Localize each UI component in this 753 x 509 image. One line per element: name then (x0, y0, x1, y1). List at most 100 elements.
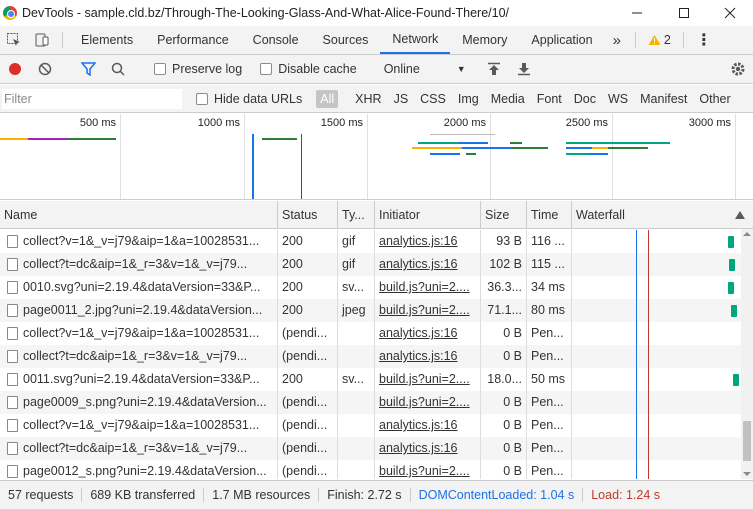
column-header-name[interactable]: Name (0, 201, 278, 229)
request-waterfall (572, 368, 741, 391)
table-row[interactable]: collect?t=dc&aip=1&_r=3&v=1&_v=j79... (pe… (0, 437, 741, 460)
filter-toggle-button[interactable] (73, 56, 103, 83)
table-row[interactable]: 0011.svg?uni=2.19.4&dataVersion=33&P... 2… (0, 368, 741, 391)
initiator-link[interactable]: build.js?uni=2.... (379, 395, 470, 409)
initiator-link[interactable]: analytics.js:16 (379, 257, 458, 271)
scrollbar-thumb[interactable] (743, 421, 751, 461)
request-name-cell: collect?t=dc&aip=1&_r=3&v=1&_v=j79... (0, 253, 278, 276)
disable-cache-checkbox[interactable]: Disable cache (260, 62, 357, 76)
warnings-counter[interactable]: 2 (642, 26, 677, 54)
request-count: 57 requests (0, 488, 83, 502)
hide-data-urls-checkbox[interactable]: Hide data URLs (196, 92, 302, 106)
initiator-link[interactable]: analytics.js:16 (379, 349, 458, 363)
preserve-log-checkbox[interactable]: Preserve log (154, 62, 242, 76)
column-header-initiator[interactable]: Initiator (375, 201, 481, 229)
table-row[interactable]: collect?t=dc&aip=1&_r=3&v=1&_v=j79... 200… (0, 253, 741, 276)
window-title-bar: DevTools - sample.cld.bz/Through-The-Loo… (0, 0, 753, 26)
tab-sources[interactable]: Sources (311, 26, 381, 54)
table-row[interactable]: page0012_s.png?uni=2.19.4&dataVersion...… (0, 460, 741, 479)
close-button[interactable] (707, 0, 753, 26)
table-row[interactable]: collect?t=dc&aip=1&_r=3&v=1&_v=j79... (pe… (0, 345, 741, 368)
import-har-button[interactable] (479, 56, 509, 83)
clear-button[interactable] (30, 56, 60, 83)
maximize-button[interactable] (661, 0, 707, 26)
initiator-link[interactable]: build.js?uni=2.... (379, 280, 470, 294)
export-har-button[interactable] (509, 56, 539, 83)
table-scrollbar[interactable] (741, 229, 753, 479)
tab-console[interactable]: Console (241, 26, 311, 54)
table-row[interactable]: collect?v=1&_v=j79&aip=1&a=10028531... 20… (0, 230, 741, 253)
table-row[interactable]: page0009_s.png?uni=2.19.4&dataVersion...… (0, 391, 741, 414)
table-row[interactable]: collect?v=1&_v=j79&aip=1&a=10028531... (p… (0, 322, 741, 345)
load-time: Load: 1.24 s (591, 488, 661, 502)
request-type: gif (338, 230, 375, 253)
filter-input[interactable] (2, 88, 182, 109)
filter-type-doc[interactable]: Doc (568, 92, 602, 106)
column-header-status[interactable]: Status (278, 201, 338, 229)
request-time: Pen... (527, 345, 572, 368)
filter-type-other[interactable]: Other (693, 92, 736, 106)
tab-network[interactable]: Network (380, 26, 451, 54)
customize-menu-button[interactable]: ⋮ (690, 26, 718, 54)
filter-type-css[interactable]: CSS (414, 92, 452, 106)
file-icon (7, 465, 18, 478)
minimize-button[interactable] (614, 0, 660, 26)
table-row[interactable]: 0010.svg?uni=2.19.4&dataVersion=33&P... 2… (0, 276, 741, 299)
request-name-cell: collect?v=1&_v=j79&aip=1&a=10028531... (0, 414, 278, 437)
column-header-type[interactable]: Ty... (338, 201, 375, 229)
record-button[interactable] (0, 56, 30, 83)
column-header-time[interactable]: Time (527, 201, 572, 229)
checkbox-box[interactable] (196, 92, 208, 105)
request-type (338, 345, 375, 368)
initiator-link[interactable]: build.js?uni=2.... (379, 372, 470, 386)
waterfall-bar (733, 374, 739, 386)
file-icon (7, 373, 18, 386)
initiator-link[interactable]: analytics.js:16 (379, 418, 458, 432)
column-header-size[interactable]: Size (481, 201, 527, 229)
initiator-link[interactable]: analytics.js:16 (379, 234, 458, 248)
network-overview-timeline[interactable]: 500 ms 1000 ms 1500 ms 2000 ms 2500 ms 3… (0, 114, 753, 200)
request-name-cell: 0011.svg?uni=2.19.4&dataVersion=33&P... (0, 368, 278, 391)
tab-performance[interactable]: Performance (145, 26, 241, 54)
filter-type-all[interactable]: All (316, 89, 339, 108)
filter-type-font[interactable]: Font (531, 92, 568, 106)
inspect-element-button[interactable] (0, 26, 28, 54)
table-row[interactable]: collect?v=1&_v=j79&aip=1&a=10028531... (p… (0, 414, 741, 437)
request-name-cell: page0011_2.jpg?uni=2.19.4&dataVersion... (0, 299, 278, 322)
checkbox-box[interactable] (154, 63, 166, 75)
throttling-select[interactable]: Online ▼ (384, 62, 466, 76)
request-type (338, 414, 375, 437)
filter-type-manifest[interactable]: Manifest (634, 92, 693, 106)
initiator-link[interactable]: build.js?uni=2.... (379, 464, 470, 478)
device-icon (35, 33, 49, 47)
tab-elements[interactable]: Elements (69, 26, 145, 54)
file-icon (7, 235, 18, 248)
filter-type-js[interactable]: JS (388, 92, 415, 106)
overview-request-bar (470, 134, 495, 135)
network-settings-button[interactable] (723, 56, 753, 83)
column-header-waterfall[interactable]: Waterfall (572, 201, 753, 229)
initiator-link[interactable]: analytics.js:16 (379, 326, 458, 340)
device-toolbar-button[interactable] (28, 26, 56, 54)
search-button[interactable] (103, 56, 133, 83)
network-summary-bar: 57 requests 689 KB transferred 1.7 MB re… (0, 480, 753, 509)
tab-application[interactable]: Application (519, 26, 604, 54)
filter-type-ws[interactable]: WS (602, 92, 634, 106)
filter-type-xhr[interactable]: XHR (349, 92, 387, 106)
request-status: 200 (278, 299, 338, 322)
filter-type-media[interactable]: Media (485, 92, 531, 106)
scroll-up-icon (743, 232, 751, 236)
initiator-link[interactable]: analytics.js:16 (379, 441, 458, 455)
request-time: 80 ms (527, 299, 572, 322)
waterfall-bar (728, 236, 734, 248)
file-icon (7, 304, 18, 317)
request-time: Pen... (527, 391, 572, 414)
more-tabs-button[interactable]: » (605, 26, 629, 54)
request-type: sv... (338, 368, 375, 391)
checkbox-box[interactable] (260, 63, 273, 75)
request-status: (pendi... (278, 437, 338, 460)
table-row[interactable]: page0011_2.jpg?uni=2.19.4&dataVersion...… (0, 299, 741, 322)
tab-memory[interactable]: Memory (450, 26, 519, 54)
initiator-link[interactable]: build.js?uni=2.... (379, 303, 470, 317)
filter-type-img[interactable]: Img (452, 92, 485, 106)
